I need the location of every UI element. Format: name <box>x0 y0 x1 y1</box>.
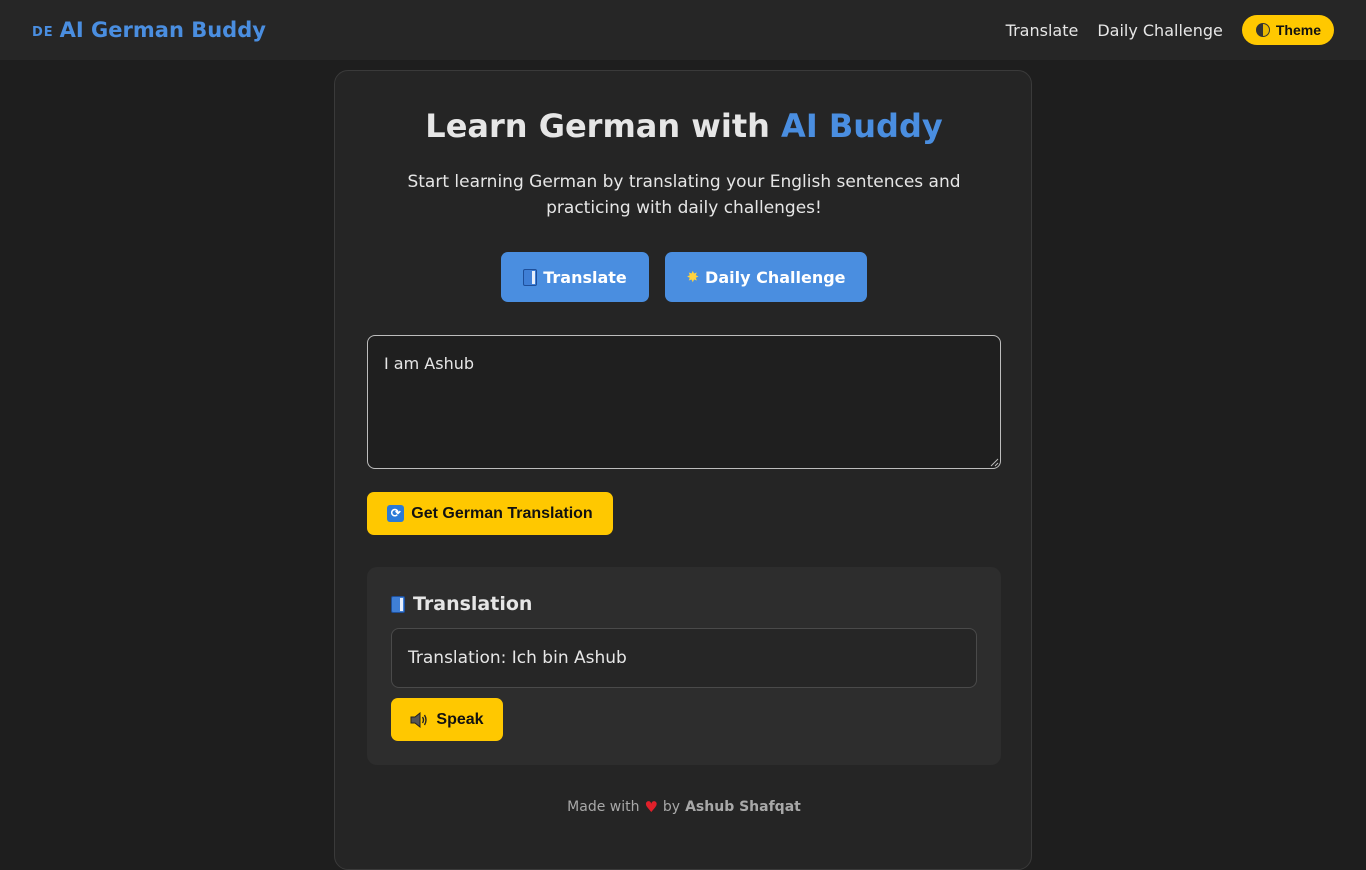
speak-button[interactable]: Speak <box>391 698 503 741</box>
speak-label: Speak <box>436 710 484 728</box>
book-icon <box>523 268 538 286</box>
brand-title: AI German Buddy <box>59 18 266 42</box>
brand[interactable]: DE AI German Buddy <box>32 18 266 42</box>
book-icon <box>391 595 405 613</box>
tab-challenge-label: Daily Challenge <box>705 267 846 287</box>
get-translation-label: Get German Translation <box>411 504 593 522</box>
result-heading-label: Translation <box>413 593 533 615</box>
sparkle-star-icon: ✸ <box>686 267 700 286</box>
english-sentence-input[interactable] <box>367 335 1001 469</box>
footer-made-with: Made with <box>567 799 640 815</box>
speaker-icon <box>410 711 428 728</box>
nav-link-daily-challenge[interactable]: Daily Challenge <box>1097 21 1223 40</box>
page-title: Learn German with AI Buddy <box>335 107 1033 145</box>
half-moon-icon <box>1255 23 1270 37</box>
cycle-arrows-icon: ⟳ <box>387 505 405 522</box>
theme-toggle-button[interactable]: Theme <box>1241 15 1334 45</box>
footer-by: by <box>662 799 681 815</box>
page-subtitle: Start learning German by translating you… <box>407 172 961 218</box>
translation-output: Translation: Ich bin Ashub <box>391 628 977 688</box>
heart-icon: ♥ <box>644 797 658 816</box>
nav-links: Translate Daily Challenge Theme <box>1006 15 1334 45</box>
footer: Made with ♥ by Ashub Shafqat <box>335 799 1033 815</box>
tab-daily-challenge[interactable]: ✸ Daily Challenge <box>665 252 867 302</box>
result-heading: Translation <box>391 593 532 615</box>
resize-handle-icon[interactable] <box>989 457 999 467</box>
nav-link-translate[interactable]: Translate <box>1006 21 1079 40</box>
title-prefix: Learn German with <box>425 107 770 145</box>
de-flag-icon: DE <box>32 24 54 40</box>
top-navbar: DE AI German Buddy Translate Daily Chall… <box>0 0 1366 60</box>
tab-translate-label: Translate <box>543 267 627 287</box>
get-translation-button[interactable]: ⟳ Get German Translation <box>367 492 613 535</box>
mode-tabs: Translate ✸ Daily Challenge <box>501 252 867 302</box>
title-accent: AI Buddy <box>781 107 943 145</box>
translation-result-panel: Translation Translation: Ich bin Ashub S… <box>367 567 1001 765</box>
theme-label: Theme <box>1275 22 1321 38</box>
footer-author: Ashub Shafqat <box>685 799 801 815</box>
tab-translate[interactable]: Translate <box>501 252 649 302</box>
main-card: Learn German with AI Buddy Start learnin… <box>334 70 1032 870</box>
